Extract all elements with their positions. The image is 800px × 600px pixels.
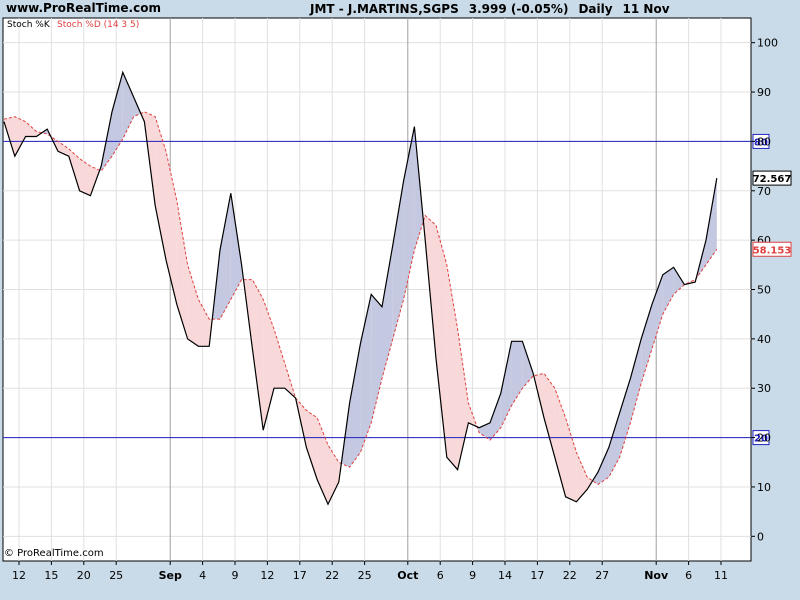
x-tick-label: 27 [595,569,609,582]
legend-k-label: Stoch %K [7,20,51,30]
copyright-label: © ProRealTime.com [4,548,104,559]
x-tick-label: 15 [44,569,58,582]
x-tick-label: 6 [685,569,692,582]
x-tick-label: 12 [12,569,26,582]
y-tick-label: 80 [757,135,771,148]
x-tick-label: Nov [644,569,669,582]
x-tick-label: 17 [293,569,307,582]
x-tick-label: 4 [199,569,206,582]
x-tick-label: 9 [232,569,239,582]
y-tick-label: 0 [757,530,764,543]
x-tick-label: 6 [437,569,444,582]
x-tick-label: 25 [109,569,123,582]
y-tick-label: 40 [757,333,771,346]
y-tick-label: 70 [757,185,771,198]
y-tick-label: 10 [757,481,771,494]
x-tick-label: 20 [77,569,91,582]
x-tick-label: Oct [397,569,418,582]
y-tick-label: 90 [757,86,771,99]
y-tick-label: 20 [757,432,771,445]
legend-d-label: Stoch %D (14 3 5) [57,20,139,30]
x-tick-label: 9 [469,569,476,582]
x-tick-label: 14 [498,569,512,582]
x-tick-label: Sep [159,569,182,582]
x-tick-label: 22 [325,569,339,582]
last-k-label: 72.567 [753,174,792,185]
y-tick-label: 100 [757,37,778,50]
last-d-label: 58.153 [753,245,792,256]
x-tick-label: 25 [358,569,372,582]
legend: Stoch %K Stoch %D (14 3 5) [7,20,139,30]
y-tick-label: 30 [757,382,771,395]
x-tick-label: 12 [260,569,274,582]
stochastic-chart[interactable]: 8020 010203040506070809010012 15 20 25 Sep 4 9… [0,0,800,600]
x-tick-label: 17 [530,569,544,582]
x-tick-label: 22 [563,569,577,582]
y-tick-label: 50 [757,284,771,297]
x-tick-label: 11 [714,569,728,582]
